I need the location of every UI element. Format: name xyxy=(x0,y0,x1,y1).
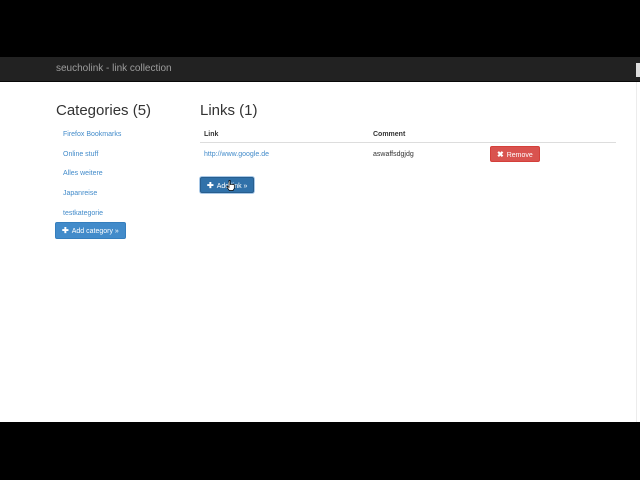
x-icon: ✖ xyxy=(497,150,504,159)
links-table: Link Comment http://www.google.de aswaff… xyxy=(200,126,616,165)
category-item: Online stuff xyxy=(56,145,186,165)
link-cell: http://www.google.de xyxy=(200,142,369,165)
category-link-firefox-bookmarks[interactable]: Firefox Bookmarks xyxy=(56,131,121,138)
category-link-online-stuff[interactable]: Online stuff xyxy=(56,151,98,158)
main-content: Categories (5) Firefox Bookmarks Online … xyxy=(0,82,636,422)
video-letterbox-bottom xyxy=(0,422,640,480)
scrollbar-track[interactable] xyxy=(636,82,640,422)
category-item: Alles weitere xyxy=(56,164,186,184)
remove-button[interactable]: ✖ Remove xyxy=(490,146,540,162)
category-list: Firefox Bookmarks Online stuff Alles wei… xyxy=(56,125,186,223)
comment-cell: aswaffsdgjdg xyxy=(369,142,486,165)
add-category-label: Add category » xyxy=(71,228,119,235)
actions-cell: ✖ Remove xyxy=(486,142,616,165)
remove-label: Remove xyxy=(506,152,533,159)
category-link-testkategorie[interactable]: testkategorie xyxy=(56,210,103,217)
column-header-comment: Comment xyxy=(369,126,486,143)
category-item: Firefox Bookmarks xyxy=(56,125,186,145)
column-header-actions xyxy=(486,126,616,143)
link-url[interactable]: http://www.google.de xyxy=(204,151,269,158)
links-title: Links (1) xyxy=(200,102,258,119)
table-header-row: Link Comment xyxy=(200,126,616,143)
category-link-japanreise[interactable]: Japanreise xyxy=(56,190,97,197)
plus-icon: ✚ xyxy=(207,181,214,190)
category-item: testkategorie xyxy=(56,204,186,224)
column-header-link: Link xyxy=(200,126,369,143)
category-link-alles-weitere[interactable]: Alles weitere xyxy=(56,170,103,177)
categories-title: Categories (5) xyxy=(56,102,152,119)
navbar-brand[interactable]: seucholink - link collection xyxy=(56,63,172,74)
add-category-button[interactable]: ✚ Add category » xyxy=(55,222,126,239)
navbar-edge xyxy=(636,63,640,77)
hand-cursor-icon xyxy=(226,180,235,191)
category-item: Japanreise xyxy=(56,184,186,204)
table-row: http://www.google.de aswaffsdgjdg ✖ Remov… xyxy=(200,142,616,165)
video-letterbox-top xyxy=(0,0,640,57)
navbar: seucholink - link collection xyxy=(0,57,640,82)
plus-icon: ✚ xyxy=(62,226,69,235)
